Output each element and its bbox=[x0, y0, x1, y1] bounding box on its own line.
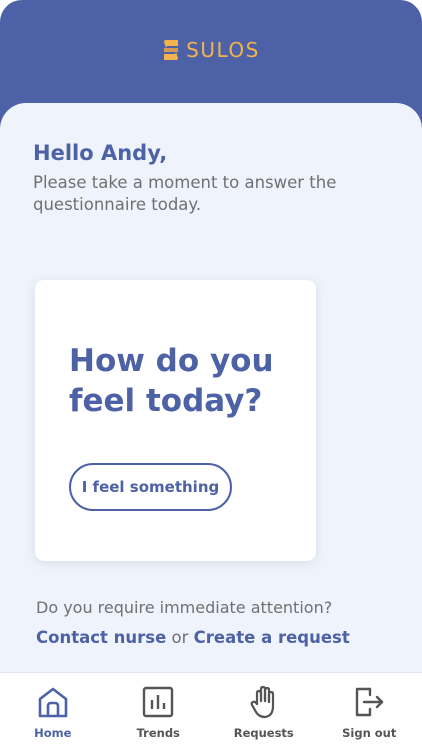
nav-label-trends: Trends bbox=[137, 726, 180, 740]
attention-links: Contact nurse or Create a request bbox=[36, 628, 350, 647]
i-feel-something-button[interactable]: I feel something bbox=[69, 463, 232, 511]
nav-label-sign-out: Sign out bbox=[342, 726, 396, 740]
sulos-logo-mark-icon bbox=[162, 39, 180, 61]
greeting-subtitle: Please take a moment to answer the quest… bbox=[33, 172, 393, 216]
card-title: How do you feel today? bbox=[69, 341, 309, 421]
contact-nurse-link[interactable]: Contact nurse bbox=[36, 628, 166, 647]
nav-item-trends[interactable]: Trends bbox=[106, 673, 212, 751]
create-request-link[interactable]: Create a request bbox=[194, 628, 350, 647]
home-icon bbox=[36, 685, 70, 719]
greeting-title: Hello Andy, bbox=[33, 141, 167, 165]
nav-item-requests[interactable]: Requests bbox=[211, 673, 317, 751]
sign-out-icon bbox=[352, 685, 386, 719]
brand-name: SULOS bbox=[186, 38, 260, 62]
brand-logo: SULOS bbox=[0, 38, 422, 62]
nav-label-home: Home bbox=[34, 726, 71, 740]
questionnaire-card: How do you feel today? I feel something bbox=[35, 280, 316, 561]
links-separator: or bbox=[172, 628, 189, 647]
bottom-nav: Home Trends Requests Sign out bbox=[0, 672, 422, 751]
nav-label-requests: Requests bbox=[234, 726, 294, 740]
nav-item-sign-out[interactable]: Sign out bbox=[317, 673, 422, 751]
attention-question: Do you require immediate attention? bbox=[36, 598, 332, 617]
nav-item-home[interactable]: Home bbox=[0, 673, 106, 751]
trends-icon bbox=[141, 685, 175, 719]
hand-icon bbox=[247, 685, 281, 719]
